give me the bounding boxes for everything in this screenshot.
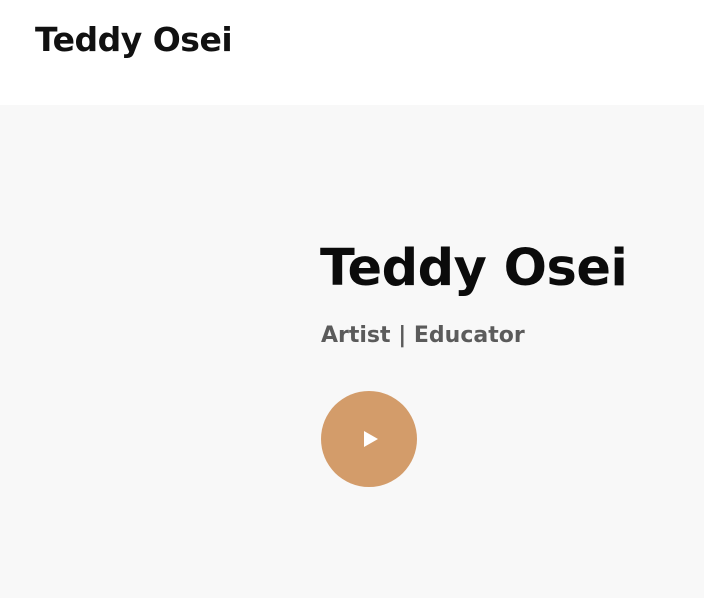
site-title[interactable]: Teddy Osei: [35, 16, 233, 64]
play-icon: [364, 431, 378, 447]
hero-subtitle: Artist | Educator: [321, 323, 525, 348]
play-video-button[interactable]: [321, 391, 417, 487]
hero-name: Teddy Osei: [320, 239, 628, 298]
hero-section: Teddy Osei Artist | Educator: [0, 105, 704, 598]
site-header: Teddy Osei: [0, 0, 704, 105]
page: Teddy Osei Teddy Osei Artist | Educator: [0, 0, 704, 598]
